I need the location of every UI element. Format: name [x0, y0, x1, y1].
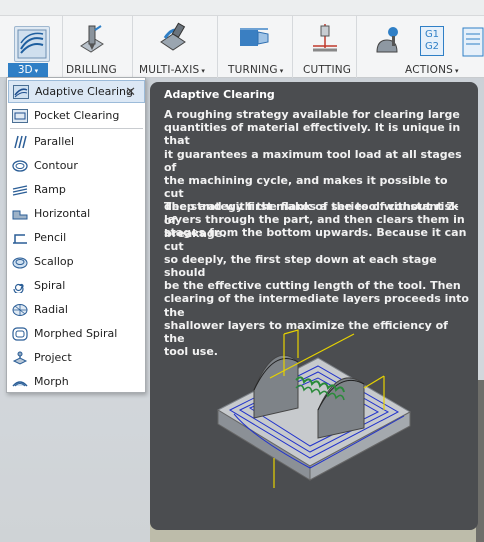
multi-axis-group[interactable]: MULTI-AXIS ▾ — [132, 16, 214, 78]
menu-item-label: Adaptive Clearing — [35, 85, 133, 98]
horizontal-icon — [12, 210, 28, 219]
drilling-icon — [80, 25, 104, 53]
adaptive-clearing-illustration — [216, 329, 412, 488]
menu-item-project[interactable]: Project — [8, 346, 145, 369]
3d-milling-icon — [17, 29, 47, 59]
menu-item-label: Pocket Clearing — [34, 109, 120, 122]
tooltip-title: Adaptive Clearing — [164, 88, 275, 101]
morphed-spiral-icon — [12, 326, 28, 341]
pocket-clearing-icon — [12, 108, 28, 123]
menu-item-label: Radial — [34, 303, 68, 316]
menu-item-parallel[interactable]: Parallel — [8, 130, 145, 153]
menu-item-pocket-clearing[interactable]: Pocket Clearing — [8, 104, 145, 127]
cutting-icon — [313, 24, 337, 52]
menu-item-scallop[interactable]: Scallop — [8, 250, 145, 273]
menu-item-label: Morphed Spiral — [34, 327, 118, 340]
multi-axis-icon — [160, 22, 186, 51]
cutting-group[interactable]: CUTTING — [292, 16, 354, 78]
menu-item-ramp[interactable]: Ramp — [8, 178, 145, 201]
3d-button[interactable] — [14, 26, 50, 62]
menu-item-radial[interactable]: Radial — [8, 298, 145, 321]
parallel-icon — [14, 135, 27, 148]
contour-icon — [12, 159, 28, 172]
menu-item-label: Pencil — [34, 231, 67, 244]
menu-divider — [10, 128, 143, 129]
adaptive-clearing-icon — [13, 84, 29, 99]
menu-item-label: Contour — [34, 159, 78, 172]
tab-3d[interactable]: 3D ▾ — [8, 63, 48, 77]
multi-axis-label: MULTI-AXIS ▾ — [139, 64, 206, 76]
menu-item-label: Horizontal — [34, 207, 91, 220]
menu-item-horizontal[interactable]: Horizontal — [8, 202, 145, 225]
menu-item-contour[interactable]: Contour — [8, 154, 145, 177]
menu-item-morphed-spiral[interactable]: Morphed Spiral — [8, 322, 145, 345]
menu-item-adaptive-clearing[interactable]: Adaptive Clearing ✕ — [8, 80, 145, 103]
menu-item-label: Project — [34, 351, 72, 364]
turning-group[interactable]: TURNING ▾ — [217, 16, 291, 78]
post-process-icon: G1 G2 — [420, 26, 444, 56]
menu-item-pencil[interactable]: Pencil — [8, 226, 145, 249]
morph-icon — [12, 380, 28, 386]
ramp-icon — [12, 184, 28, 196]
menu-item-label: Spiral — [34, 279, 66, 292]
turning-icon — [240, 28, 269, 46]
menu-item-spiral[interactable]: Spiral — [8, 274, 145, 297]
menu-item-label: Parallel — [34, 135, 75, 148]
pencil-icon — [13, 233, 27, 244]
radial-icon — [12, 303, 28, 316]
drilling-label: DRILLING — [66, 64, 117, 76]
menu-item-label: Scallop — [34, 255, 74, 268]
turning-label: TURNING ▾ — [228, 64, 284, 76]
actions-group[interactable]: G1 G2 ACTIONS ▾ — [356, 16, 484, 78]
drilling-group[interactable]: DRILLING — [62, 16, 118, 78]
setup-sheet-icon — [462, 27, 484, 57]
strategy-tooltip: Adaptive Clearing A roughing strategy av… — [150, 82, 478, 530]
strategy-menu: Adaptive Clearing ✕ Pocket Clearing Para… — [6, 77, 146, 393]
simulate-icon — [376, 27, 398, 53]
project-icon — [12, 351, 28, 365]
scallop-icon — [12, 257, 28, 268]
menu-item-morph[interactable]: Morph — [8, 370, 145, 393]
spiral-icon — [13, 283, 24, 293]
actions-label: ACTIONS ▾ — [405, 64, 459, 76]
cutting-label: CUTTING — [303, 64, 352, 76]
close-icon[interactable]: ✕ — [125, 85, 136, 100]
title-strip — [0, 0, 484, 16]
toolbar-ribbon: 3D ▾ DRILLING MULTI-AXIS ▾ TURNING ▾ CUT… — [0, 16, 484, 78]
menu-item-label: Ramp — [34, 183, 66, 196]
menu-item-label: Morph — [34, 375, 69, 388]
